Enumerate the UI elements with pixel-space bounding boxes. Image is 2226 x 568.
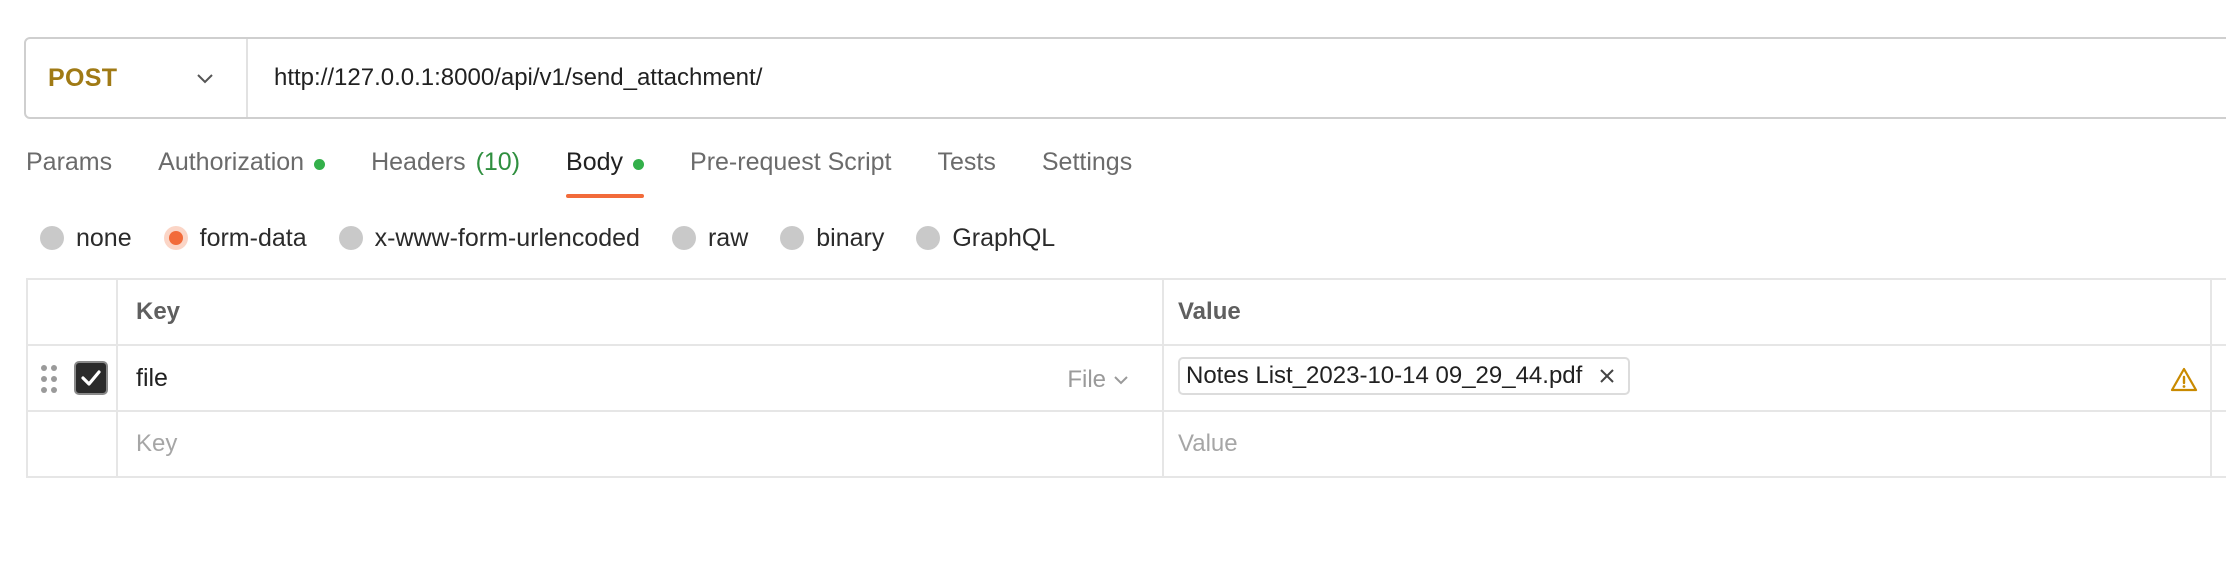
radio-binary[interactable]: binary <box>780 224 884 253</box>
radio-circle-selected <box>163 226 188 250</box>
method-select[interactable]: POST <box>26 39 248 117</box>
radio-label: none <box>76 223 132 252</box>
row-handle-cell <box>26 346 116 410</box>
table-row-new: Key Value <box>26 412 2226 478</box>
tab-headers[interactable]: Headers (10) <box>371 148 520 198</box>
row-actions-cell <box>2210 412 2226 476</box>
key-placeholder: Key <box>136 430 178 457</box>
row-enabled-checkbox[interactable] <box>74 361 108 395</box>
tab-tests[interactable]: Tests <box>938 148 996 198</box>
radio-label: raw <box>707 223 749 252</box>
body-type-selector: none form-data x-www-form-urlencoded raw… <box>40 222 1087 254</box>
row-handle-cell <box>26 412 116 476</box>
tab-authorization[interactable]: Authorization <box>158 148 326 198</box>
tab-pre-request-script[interactable]: Pre-request Script <box>690 148 891 198</box>
tab-settings-label: Settings <box>1041 148 1133 176</box>
file-name: Notes List_2023-10-14 09_29_44.pdf <box>1186 362 1583 389</box>
row-actions-cell <box>2210 346 2226 410</box>
method-label: POST <box>48 63 118 92</box>
radio-circle <box>780 226 805 250</box>
key-column-header: Key <box>136 298 181 325</box>
tab-pre-request-script-label: Pre-request Script <box>690 148 892 176</box>
request-tabs: Params Authorization Headers (10) Body P… <box>26 148 1178 198</box>
tab-params[interactable]: Params <box>26 148 112 198</box>
form-data-table: Key Value file File Notes List_2023-10-1… <box>26 278 2226 478</box>
radio-circle <box>338 226 363 250</box>
tab-tests-label: Tests <box>937 148 996 176</box>
radio-label: binary <box>816 223 885 252</box>
url-input[interactable] <box>248 39 2226 117</box>
radio-circle <box>916 226 941 250</box>
radio-none[interactable]: none <box>40 224 132 253</box>
value-cell[interactable]: Notes List_2023-10-14 09_29_44.pdf <box>1162 346 2210 410</box>
table-header-row: Key Value <box>26 280 2226 346</box>
status-dot <box>633 159 645 170</box>
radio-x-www-form-urlencoded[interactable]: x-www-form-urlencoded <box>338 223 640 253</box>
radio-form-data[interactable]: form-data <box>163 223 307 253</box>
header-value-cell: Value <box>1162 280 2210 344</box>
header-key-cell: Key <box>116 280 1162 344</box>
radio-circle <box>671 226 696 250</box>
checkmark-icon <box>81 370 101 386</box>
header-actions-cell <box>2210 280 2226 344</box>
chevron-down-icon <box>197 74 213 84</box>
value-column-header: Value <box>1178 298 1241 325</box>
radio-label: GraphQL <box>952 223 1056 252</box>
table-row: file File Notes List_2023-10-14 09_29_44… <box>26 346 2226 412</box>
tab-headers-label: Headers <box>371 148 466 176</box>
value-placeholder: Value <box>1178 430 1238 457</box>
new-value-cell[interactable]: Value <box>1162 412 2210 476</box>
radio-label: x-www-form-urlencoded <box>374 223 640 252</box>
header-handle-cell <box>26 280 116 344</box>
tab-settings[interactable]: Settings <box>1042 148 1132 198</box>
tab-params-label: Params <box>26 148 113 176</box>
key-cell[interactable]: file File <box>116 346 1162 410</box>
key-type-select[interactable]: File <box>1067 366 1130 394</box>
radio-circle <box>40 226 64 250</box>
close-icon[interactable] <box>1598 367 1616 385</box>
tab-body[interactable]: Body <box>566 148 645 198</box>
key-type-label: File <box>1067 366 1106 393</box>
chevron-down-icon <box>1114 376 1128 385</box>
radio-label: form-data <box>199 223 307 252</box>
tab-headers-count: (10) <box>475 148 521 176</box>
tab-authorization-label: Authorization <box>158 148 305 176</box>
file-chip: Notes List_2023-10-14 09_29_44.pdf <box>1178 357 1631 395</box>
warning-icon[interactable] <box>2170 366 2198 394</box>
radio-graphql[interactable]: GraphQL <box>916 224 1055 253</box>
radio-raw[interactable]: raw <box>671 223 749 253</box>
key-value-text: file <box>136 363 168 392</box>
new-key-cell[interactable]: Key <box>116 412 1162 476</box>
request-bar: POST <box>24 37 2226 119</box>
tab-body-label: Body <box>566 148 624 176</box>
drag-handle-icon[interactable] <box>40 364 58 394</box>
status-dot <box>314 159 326 170</box>
